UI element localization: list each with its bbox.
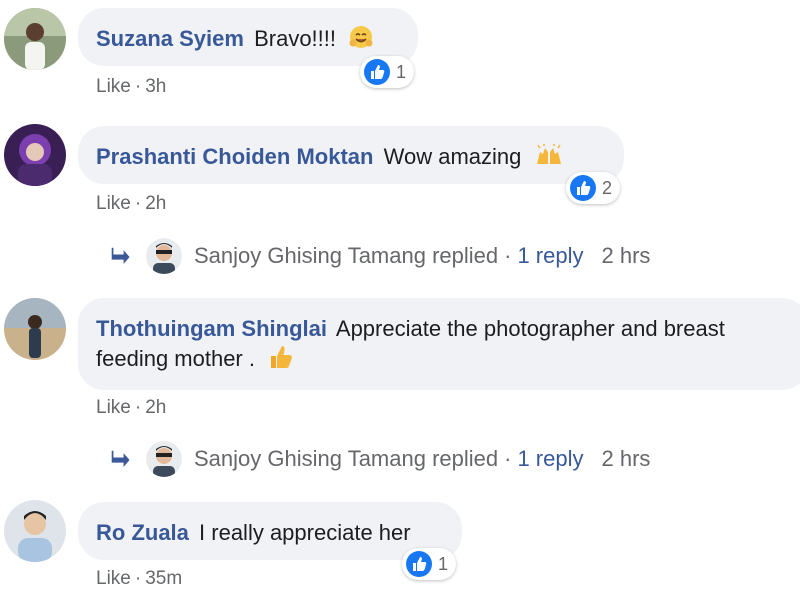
- reaction-summary[interactable]: 1: [402, 548, 457, 580]
- comment-bubble: Thothuingam Shinglai Appreciate the phot…: [78, 298, 800, 390]
- like-reaction-icon: [364, 59, 390, 85]
- avatar[interactable]: [4, 298, 66, 360]
- like-reaction-icon: [570, 175, 596, 201]
- reaction-count: 1: [438, 553, 449, 574]
- avatar[interactable]: [4, 124, 66, 186]
- like-button[interactable]: Like: [96, 568, 131, 589]
- like-button[interactable]: Like: [96, 397, 131, 418]
- reply-count[interactable]: 1 reply: [517, 446, 583, 472]
- comment-meta: Like · 2h: [96, 193, 167, 214]
- comment-time[interactable]: 3h: [145, 76, 166, 97]
- reply-time: 2 hrs: [601, 446, 651, 471]
- commenter-name[interactable]: Suzana Syiem: [96, 26, 244, 51]
- reaction-summary[interactable]: 2: [566, 172, 621, 204]
- reaction-count: 2: [602, 177, 613, 198]
- comment-time[interactable]: 35m: [145, 568, 182, 589]
- like-button[interactable]: Like: [96, 76, 131, 97]
- reply-count[interactable]: 1 reply: [517, 243, 583, 269]
- reply-author[interactable]: Sanjoy Ghising Tamang replied: [194, 243, 498, 269]
- like-button[interactable]: Like: [96, 193, 131, 214]
- comment-meta: Like · 2h: [96, 397, 167, 418]
- comment-text: I really appreciate her: [199, 520, 411, 545]
- reply-arrow-icon: [111, 450, 130, 467]
- comment-text: Wow amazing: [383, 144, 522, 169]
- hugging-face-icon: [348, 24, 374, 58]
- comment-time[interactable]: 2h: [145, 193, 166, 214]
- commenter-name[interactable]: Prashanti Choiden Moktan: [96, 144, 373, 169]
- comment-text-line2: feeding mother .: [96, 346, 255, 371]
- reply-arrow-icon: [111, 247, 130, 264]
- reaction-summary[interactable]: 1: [360, 56, 415, 88]
- thumbs-up-emoji-icon: [267, 344, 293, 378]
- avatar[interactable]: [4, 500, 66, 562]
- raising-hands-icon: [534, 144, 564, 176]
- reply-time: 2 hrs: [601, 243, 651, 268]
- comment-text: Bravo!!!!: [254, 26, 336, 51]
- comment-text-line1: Appreciate the photographer and breast: [335, 316, 725, 341]
- avatar[interactable]: [4, 8, 66, 70]
- reply-avatar: [146, 441, 182, 477]
- like-reaction-icon: [406, 551, 432, 577]
- reply-summary[interactable]: Sanjoy Ghising Tamang replied · 1 reply …: [110, 236, 650, 276]
- reply-summary[interactable]: Sanjoy Ghising Tamang replied · 1 reply …: [110, 439, 650, 479]
- commenter-name[interactable]: Ro Zuala: [96, 520, 189, 545]
- comment-bubble: Ro Zuala I really appreciate her: [78, 502, 462, 560]
- commenter-name[interactable]: Thothuingam Shinglai: [96, 316, 327, 341]
- reply-author[interactable]: Sanjoy Ghising Tamang replied: [194, 446, 498, 472]
- comment-meta: Like · 35m: [96, 568, 183, 589]
- reply-avatar: [146, 238, 182, 274]
- comment-time[interactable]: 2h: [145, 397, 166, 418]
- comment-meta: Like · 3h: [96, 76, 167, 97]
- reaction-count: 1: [396, 61, 407, 82]
- comment-bubble: Prashanti Choiden Moktan Wow amazing: [78, 126, 624, 184]
